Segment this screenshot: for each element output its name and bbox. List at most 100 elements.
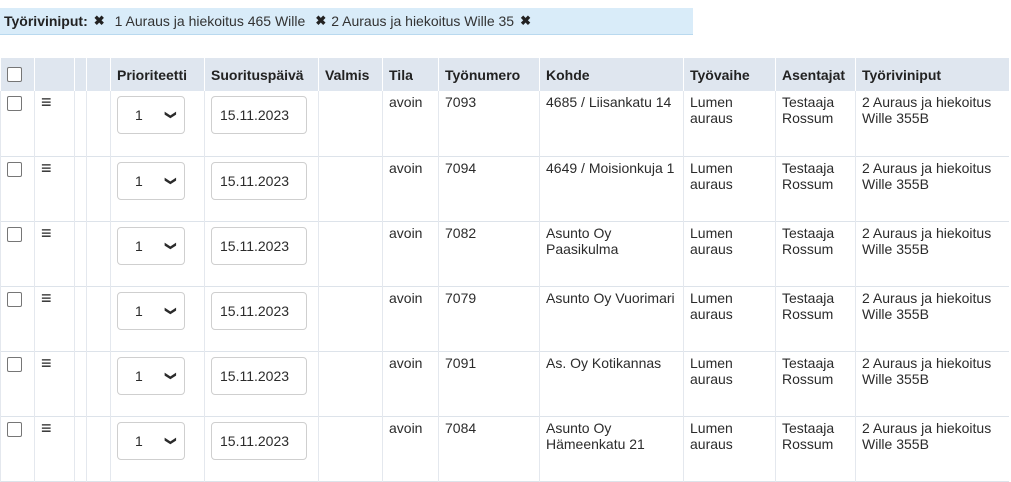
tyonumero-cell: 7094	[438, 156, 540, 221]
filter-chip-2-label: 2 Auraus ja hiekoitus Wille 35	[331, 13, 515, 29]
riviniput-cell: 2 Auraus ja hiekoitus Wille 355B	[855, 416, 1009, 481]
kohde-cell: Asunto Oy Paasikulma	[539, 221, 684, 286]
work-rows-table: Prioriteetti Suorituspäivä Valmis Tila T…	[0, 58, 1009, 482]
tila-cell: avoin	[382, 416, 439, 481]
priority-select[interactable]: 1 ❯	[117, 96, 185, 134]
date-input[interactable]: 15.11.2023	[211, 291, 307, 330]
valmis-cell	[318, 286, 383, 351]
header-suorituspaiva[interactable]: Suorituspäivä	[204, 58, 319, 91]
filter-chip-2: ✖ 2 Auraus ja hiekoitus Wille 35 ✖	[315, 13, 531, 29]
priority-value: 1	[135, 432, 143, 449]
chevron-down-icon: ❯	[164, 370, 177, 381]
date-input[interactable]: 15.11.2023	[211, 96, 307, 134]
tyonumero-cell: 7084	[438, 416, 540, 481]
header-tyonumero[interactable]: Työnumero	[438, 58, 540, 91]
header-tyovaihe[interactable]: Työvaihe	[683, 58, 776, 91]
priority-value: 1	[135, 367, 143, 384]
asentajat-cell: Testaaja Rossum	[775, 351, 856, 416]
select-all-cell	[0, 58, 35, 91]
priority-value: 1	[135, 107, 143, 123]
riviniput-cell: 2 Auraus ja hiekoitus Wille 355B	[855, 286, 1009, 351]
date-input[interactable]: 15.11.2023	[211, 356, 307, 395]
tyovaihe-cell: Lumen auraus	[683, 221, 776, 286]
table-header-row: Prioriteetti Suorituspäivä Valmis Tila T…	[0, 58, 1009, 91]
tila-cell: avoin	[382, 221, 439, 286]
chevron-down-icon: ❯	[164, 240, 177, 251]
tyonumero-cell: 7093	[438, 91, 540, 156]
remove-filter-chip-2b-icon[interactable]: ✖	[520, 13, 531, 29]
table-row: ≡ 1 ❯ 15.11.2023 avoin 7082 Asunto Oy Paasikul…	[0, 221, 1009, 286]
asentajat-cell: Testaaja Rossum	[775, 156, 856, 221]
row-checkbox[interactable]	[7, 96, 22, 111]
filter-chip-1-label: 1 Auraus ja hiekoitus 465 Wille	[114, 13, 306, 29]
priority-value: 1	[135, 172, 143, 189]
header-tyoriviniput[interactable]: Työriviniput	[855, 58, 1009, 91]
row-menu-icon[interactable]: ≡	[41, 419, 52, 437]
valmis-cell	[318, 416, 383, 481]
tyovaihe-cell: Lumen auraus	[683, 416, 776, 481]
valmis-cell	[318, 91, 383, 156]
row-menu-icon[interactable]: ≡	[41, 93, 52, 111]
kohde-cell: As. Oy Kotikannas	[539, 351, 684, 416]
table-row: ≡ 1 ❯ 15.11.2023 avoin 7093 4685 / Liisankatu …	[0, 91, 1009, 156]
header-kohde[interactable]: Kohde	[539, 58, 684, 91]
row-checkbox[interactable]	[7, 356, 22, 372]
chevron-down-icon: ❯	[164, 110, 177, 120]
kohde-cell: 4685 / Liisankatu 14	[539, 91, 684, 156]
riviniput-cell: 2 Auraus ja hiekoitus Wille 355B	[855, 156, 1009, 221]
filter-bar: Työriviniput: ✖ 1 Auraus ja hiekoitus 46…	[0, 8, 693, 35]
asentajat-cell: Testaaja Rossum	[775, 416, 856, 481]
row-menu-icon[interactable]: ≡	[41, 289, 52, 307]
date-input[interactable]: 15.11.2023	[211, 421, 307, 460]
table-row: ≡ 1 ❯ 15.11.2023 avoin 7084 Asunto Oy Hämeenka…	[0, 416, 1009, 481]
table-row: ≡ 1 ❯ 15.11.2023 avoin 7091 As. Oy Kotikannas L…	[0, 351, 1009, 416]
asentajat-cell: Testaaja Rossum	[775, 286, 856, 351]
tyovaihe-cell: Lumen auraus	[683, 351, 776, 416]
remove-filter-chip-2-icon[interactable]: ✖	[315, 13, 326, 29]
tyonumero-cell: 7082	[438, 221, 540, 286]
riviniput-cell: 2 Auraus ja hiekoitus Wille 355B	[855, 351, 1009, 416]
header-asentajat[interactable]: Asentajat	[775, 58, 856, 91]
tyovaihe-cell: Lumen auraus	[683, 156, 776, 221]
tyonumero-cell: 7091	[438, 351, 540, 416]
date-input[interactable]: 15.11.2023	[211, 161, 307, 200]
priority-select[interactable]: 1 ❯	[117, 226, 185, 265]
priority-select[interactable]: 1 ❯	[117, 356, 185, 395]
row-checkbox[interactable]	[7, 421, 22, 437]
riviniput-cell: 2 Auraus ja hiekoitus Wille 355B	[855, 221, 1009, 286]
asentajat-cell: Testaaja Rossum	[775, 91, 856, 156]
row-menu-icon[interactable]: ≡	[41, 354, 52, 372]
valmis-cell	[318, 156, 383, 221]
header-tila[interactable]: Tila	[382, 58, 439, 91]
priority-select[interactable]: 1 ❯	[117, 161, 185, 200]
kohde-cell: 4649 / Moisionkuja 1	[539, 156, 684, 221]
row-menu-icon[interactable]: ≡	[41, 224, 52, 242]
chevron-down-icon: ❯	[164, 305, 177, 316]
priority-select[interactable]: 1 ❯	[117, 421, 185, 460]
header-prioriteetti[interactable]: Prioriteetti	[110, 58, 205, 91]
row-checkbox[interactable]	[7, 291, 22, 307]
row-checkbox[interactable]	[7, 226, 22, 242]
priority-value: 1	[135, 302, 143, 319]
table-row: ≡ 1 ❯ 15.11.2023 avoin 7079 Asunto Oy Vuorimar…	[0, 286, 1009, 351]
valmis-cell	[318, 351, 383, 416]
chevron-down-icon: ❯	[164, 435, 177, 446]
kohde-cell: Asunto Oy Vuorimari	[539, 286, 684, 351]
table-row: ≡ 1 ❯ 15.11.2023 avoin 7094 4649 / Moisionkuja…	[0, 156, 1009, 221]
valmis-cell	[318, 221, 383, 286]
priority-select[interactable]: 1 ❯	[117, 291, 185, 330]
select-all-checkbox[interactable]	[7, 66, 22, 82]
row-checkbox[interactable]	[7, 161, 22, 177]
asentajat-cell: Testaaja Rossum	[775, 221, 856, 286]
chevron-down-icon: ❯	[164, 175, 177, 186]
date-input[interactable]: 15.11.2023	[211, 226, 307, 265]
remove-filter-chip-1-icon[interactable]: ✖	[94, 13, 105, 29]
row-menu-icon[interactable]: ≡	[41, 159, 52, 177]
priority-value: 1	[135, 237, 143, 254]
tyonumero-cell: 7079	[438, 286, 540, 351]
riviniput-cell: 2 Auraus ja hiekoitus Wille 355B	[855, 91, 1009, 156]
tila-cell: avoin	[382, 91, 439, 156]
header-valmis[interactable]: Valmis	[318, 58, 383, 91]
tila-cell: avoin	[382, 156, 439, 221]
filter-chip-1: 1 Auraus ja hiekoitus 465 Wille	[115, 13, 306, 29]
